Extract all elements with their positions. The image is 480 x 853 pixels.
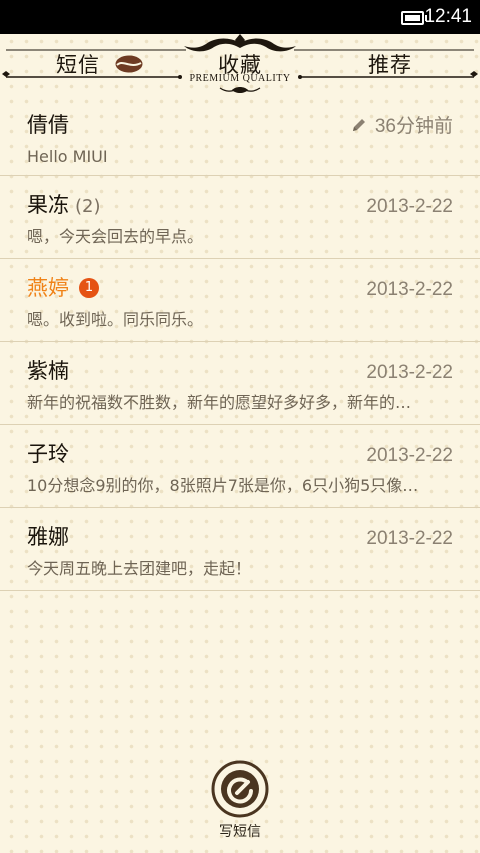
tab-recommend[interactable]: 推荐 — [340, 51, 440, 79]
conversation-row[interactable]: 倩倩 36分钟前 Hello MIUI — [0, 96, 480, 176]
unread-badge: 1 — [79, 277, 99, 298]
tab-sms-label: 短信 — [56, 53, 100, 77]
message-preview: 嗯，今天会回去的早点。 — [27, 227, 204, 246]
compose-button[interactable] — [211, 760, 269, 818]
message-time: 2013-2-22 — [366, 196, 453, 217]
message-time: 2013-2-22 — [366, 279, 453, 300]
contact-name: 果冻 (2) — [27, 193, 101, 217]
conversation-row[interactable]: 紫楠 2013-2-22 新年的祝福数不胜数，新年的愿望好多好多，新年的… — [0, 342, 480, 425]
message-preview: 新年的祝福数不胜数，新年的愿望好多好多，新年的… — [27, 393, 412, 412]
tab-sms[interactable]: 短信 — [56, 51, 166, 79]
compose-icon — [211, 760, 269, 818]
contact-name: 雅娜 — [27, 525, 69, 549]
coffee-bean-icon — [115, 55, 143, 73]
contact-name: 燕婷 1 — [27, 275, 99, 301]
conversation-row[interactable]: 燕婷 1 2013-2-22 嗯。收到啦。同乐同乐。 — [0, 259, 480, 342]
message-preview: 10分想念9别的你，8张照片7张是你，6只小狗5只像… — [27, 476, 419, 495]
message-time: 36分钟前 — [351, 115, 453, 139]
compose-label: 写短信 — [219, 824, 261, 840]
conversation-row[interactable]: 子玲 2013-2-22 10分想念9别的你，8张照片7张是你，6只小狗5只像… — [0, 425, 480, 508]
tab-recommend-label: 推荐 — [368, 53, 412, 77]
message-time: 2013-2-22 — [366, 528, 453, 549]
status-bar: 12:41 — [0, 0, 480, 34]
contact-name: 紫楠 — [27, 359, 69, 383]
conversation-list: 倩倩 36分钟前 Hello MIUI 果冻 (2) 2013-2-22 嗯，今天… — [0, 96, 480, 591]
status-clock: 12:41 — [424, 6, 472, 27]
conversation-row[interactable]: 雅娜 2013-2-22 今天周五晚上去团建吧，走起！ — [0, 508, 480, 591]
contact-name: 子玲 — [27, 442, 69, 466]
contact-name: 倩倩 — [27, 113, 69, 137]
message-time: 2013-2-22 — [366, 445, 453, 466]
battery-icon — [401, 11, 427, 25]
message-preview: Hello MIUI — [27, 147, 108, 166]
message-preview: 今天周五晚上去团建吧，走起！ — [27, 559, 252, 578]
message-time: 2013-2-22 — [366, 362, 453, 383]
premium-quality-tagline: PREMIUM QUALITY — [189, 73, 291, 84]
message-count: (2) — [75, 196, 101, 217]
pencil-icon — [352, 119, 365, 132]
message-preview: 嗯。收到啦。同乐同乐。 — [27, 310, 204, 329]
tab-bar: 短信 收藏 推荐 PREMIUM QUALITY — [0, 34, 480, 96]
conversation-row[interactable]: 果冻 (2) 2013-2-22 嗯，今天会回去的早点。 — [0, 176, 480, 259]
